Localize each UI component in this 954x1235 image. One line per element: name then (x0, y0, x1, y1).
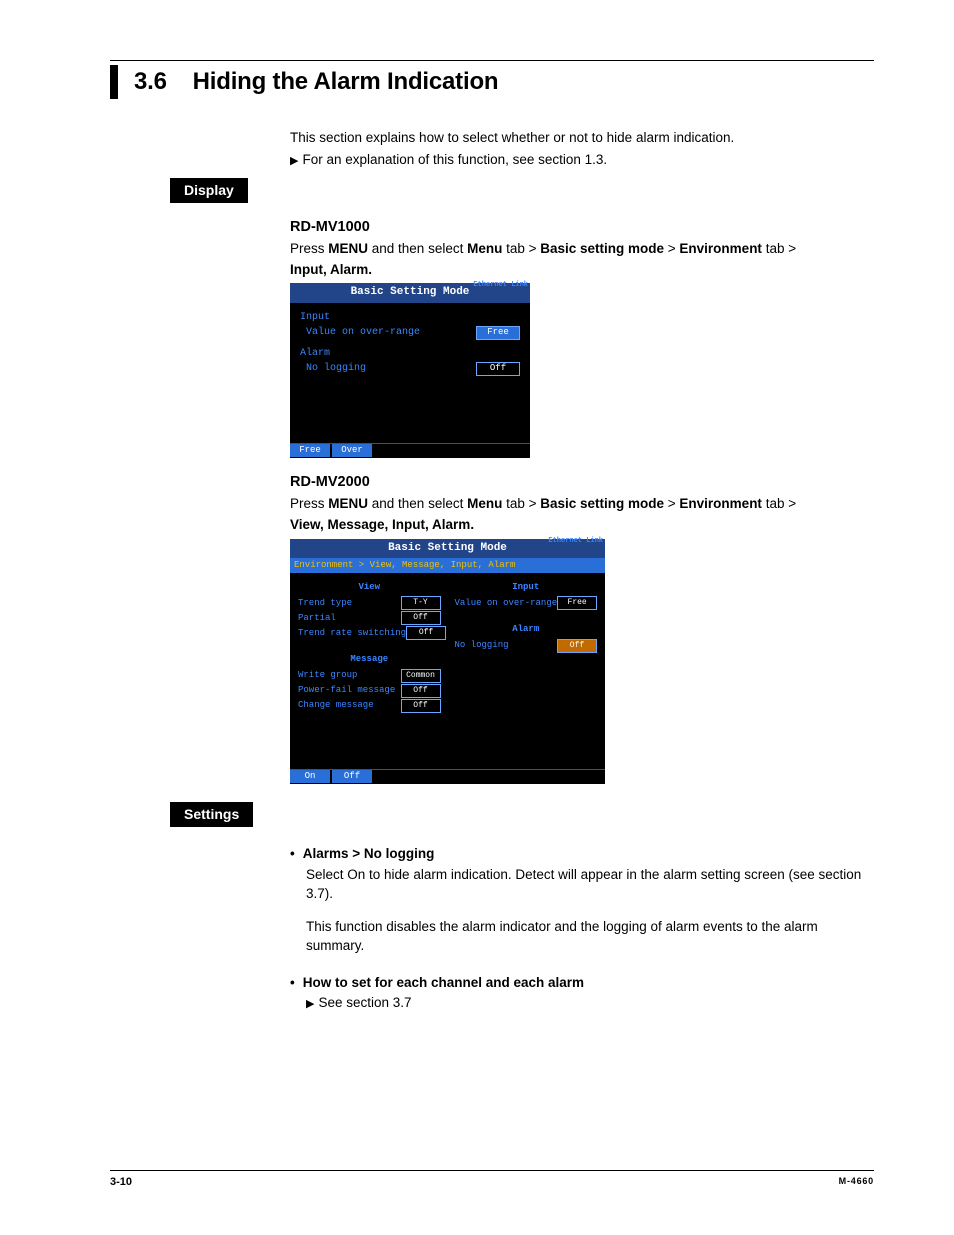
setting-item-1-body: Select On to hide alarm indication. Dete… (306, 866, 874, 956)
mv2000-block: RD-MV2000 Press MENU and then select Men… (290, 472, 874, 783)
intro-paragraph: This section explains how to select whet… (290, 129, 874, 148)
mv1000-footer-buttons: Free Over (290, 443, 530, 458)
mv2000-left-column: View Trend typeT-Y PartialOff Trend rate… (298, 581, 441, 714)
ethernet-link-label: Ethernet Link (473, 282, 528, 289)
change-message-field[interactable]: Off (401, 699, 441, 713)
mv1000-block: RD-MV1000 Press MENU and then select Men… (290, 217, 874, 458)
section-title-text: Hiding the Alarm Indication (193, 68, 499, 95)
mv1000-path-tail: Input, Alarm. (290, 261, 874, 280)
mv2000-model-heading: RD-MV2000 (290, 472, 874, 492)
page-footer: 3-10 M-4660 (110, 1170, 874, 1190)
bullet-icon (290, 974, 295, 993)
bullet-icon (290, 845, 295, 864)
mv2000-footer-buttons: On Off (290, 769, 605, 784)
top-rule (110, 60, 874, 61)
page-number: 3-10 (110, 1175, 132, 1190)
section-heading: 3.6 Hiding the Alarm Indication (110, 65, 874, 99)
mv2000-right-column: Input Value on over-rangeFree Alarm No l… (455, 581, 598, 714)
section-number: 3.6 (134, 68, 167, 95)
mv2000-path: Press MENU and then select Menu tab > Ba… (290, 495, 874, 514)
mv1000-group-input: Input Value on over-range Free (300, 311, 520, 340)
value-on-overrange-field-2[interactable]: Free (557, 596, 597, 610)
mv2000-breadcrumb: Environment > View, Message, Input, Alar… (290, 558, 605, 573)
no-logging-field-2[interactable]: Off (557, 639, 597, 653)
setting-item-2: How to set for each channel and each ala… (290, 974, 874, 993)
write-group-field[interactable]: Common (401, 669, 441, 683)
value-on-overrange-field[interactable]: Free (476, 326, 520, 340)
partial-field[interactable]: Off (401, 611, 441, 625)
section-title: 3.6 Hiding the Alarm Indication (134, 65, 498, 99)
power-fail-message-field[interactable]: Off (401, 684, 441, 698)
no-logging-field[interactable]: Off (476, 362, 520, 376)
ethernet-link-label: Ethernet Link (548, 538, 603, 545)
mv2000-screenshot-title: Basic Setting Mode Ethernet Link (290, 539, 605, 558)
document-id: M-4660 (839, 1175, 874, 1190)
setting-item-1-title: Alarms > No logging (303, 845, 435, 864)
mv1000-path: Press MENU and then select Menu tab > Ba… (290, 240, 874, 259)
heading-marker-bar (110, 65, 118, 99)
footer-btn-off[interactable]: Off (332, 770, 372, 783)
footer-btn-free[interactable]: Free (290, 444, 330, 457)
intro-crossref: For an explanation of this function, see… (290, 151, 874, 170)
setting-item-2-crossref: See section 3.7 (306, 995, 412, 1010)
setting-item-2-body: See section 3.7 (306, 994, 874, 1013)
mv2000-path-tail: View, Message, Input, Alarm. (290, 516, 874, 535)
footer-btn-over[interactable]: Over (332, 444, 372, 457)
display-section-tag: Display (170, 178, 248, 204)
setting-item-1: Alarms > No logging (290, 845, 874, 864)
mv1000-screenshot-title: Basic Setting Mode Ethernet Link (290, 283, 530, 302)
trend-type-field[interactable]: T-Y (401, 596, 441, 610)
footer-btn-on[interactable]: On (290, 770, 330, 783)
mv1000-model-heading: RD-MV1000 (290, 217, 874, 237)
trend-rate-switching-field[interactable]: Off (406, 626, 446, 640)
mv2000-screenshot: Basic Setting Mode Ethernet Link Environ… (290, 539, 605, 784)
settings-section-tag: Settings (170, 802, 253, 828)
setting-item-2-title: How to set for each channel and each ala… (303, 974, 584, 993)
mv1000-screenshot: Basic Setting Mode Ethernet Link Input V… (290, 283, 530, 458)
mv1000-group-alarm: Alarm No logging Off (300, 347, 520, 376)
